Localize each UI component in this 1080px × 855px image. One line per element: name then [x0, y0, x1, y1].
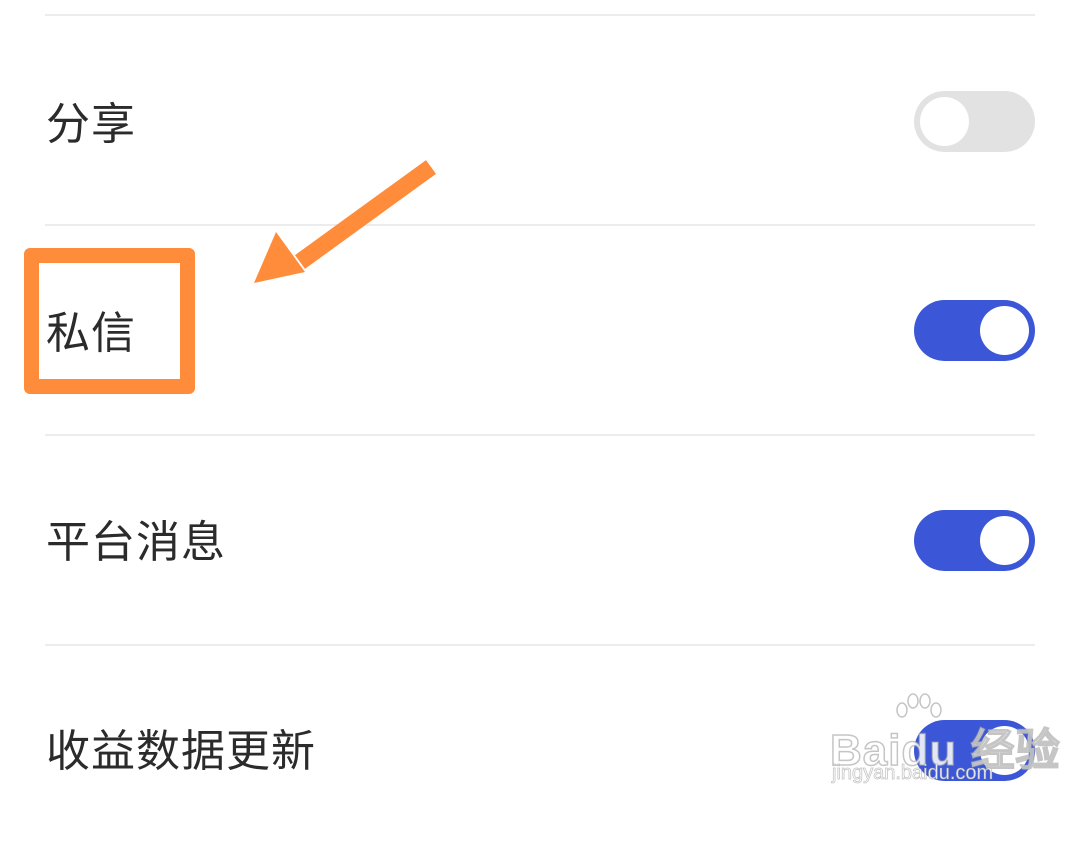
setting-label-earnings-update: 收益数据更新: [46, 726, 316, 777]
setting-row-share: 分享: [0, 16, 1080, 225]
setting-label-share: 分享: [46, 99, 136, 150]
setting-label-private-message: 私信: [46, 308, 136, 359]
setting-label-platform-message: 平台消息: [46, 517, 226, 568]
share-toggle[interactable]: [914, 91, 1035, 152]
toggle-knob: [980, 516, 1029, 565]
setting-row-platform-message: 平台消息: [0, 436, 1080, 645]
earnings-update-toggle[interactable]: [914, 720, 1035, 781]
private-message-toggle[interactable]: [914, 300, 1035, 361]
toggle-knob: [980, 726, 1029, 775]
platform-message-toggle[interactable]: [914, 510, 1035, 571]
setting-row-private-message: 私信: [0, 226, 1080, 435]
toggle-knob: [920, 97, 969, 146]
toggle-knob: [980, 306, 1029, 355]
settings-list: 分享 私信 平台消息 收益数据更新: [0, 0, 1080, 810]
setting-row-earnings-update: 收益数据更新: [0, 646, 1080, 855]
